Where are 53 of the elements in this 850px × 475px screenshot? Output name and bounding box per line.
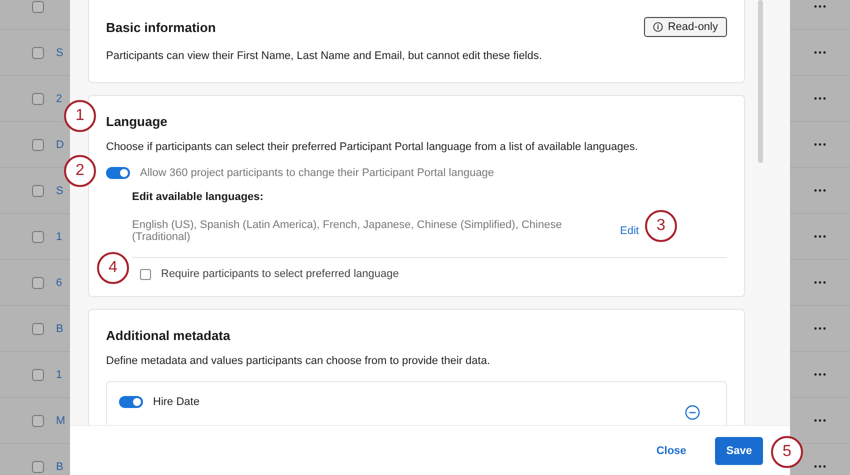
more-options-icon[interactable] [814,97,826,100]
row-checkbox[interactable] [32,184,44,196]
more-options-icon[interactable] [814,235,826,238]
toggle-switch[interactable] [119,396,143,408]
callout-number: 5 [771,436,803,468]
more-options-icon[interactable] [814,327,826,330]
more-options-icon[interactable] [814,189,826,192]
row-link[interactable]: B [56,460,64,472]
info-icon [652,22,663,32]
section-description: Define metadata and values participants can choose from to provide their data. [106,355,492,367]
row-link[interactable]: M [56,414,66,426]
more-options-icon[interactable] [814,5,826,8]
row-link[interactable]: 2 [56,92,62,104]
section-description: Participants can view their First Name, Last Name and Email, but cannot edit these fields. [106,50,543,62]
more-options-icon[interactable] [814,51,826,54]
section-title: Basic information [106,20,216,34]
language-list: English (US), Spanish (Latin America), French, Japanese, Chinese (Simplified), Chinese (Traditional) [132,219,610,243]
row-checkbox[interactable] [32,92,44,104]
row-link[interactable]: 1 [56,230,62,242]
more-options-icon[interactable] [814,465,826,468]
more-options-icon[interactable] [814,419,826,422]
row-checkbox[interactable] [32,460,44,472]
row-checkbox[interactable] [32,138,44,150]
checkbox-label: Require participants to select preferred language [161,268,399,280]
close-button[interactable]: Close [645,436,698,464]
remove-icon[interactable] [685,405,700,420]
row-link[interactable]: S [56,46,64,58]
more-options-icon[interactable] [814,373,826,376]
save-button[interactable]: Save [715,436,763,464]
row-checkbox[interactable] [32,46,44,58]
toggle-switch[interactable] [106,167,130,179]
row-link[interactable]: S [56,184,64,196]
row-checkbox[interactable] [32,276,44,288]
more-options-icon[interactable] [814,281,826,284]
subsection-heading: Edit available languages: [132,191,264,203]
checkbox[interactable] [140,268,151,280]
row-link[interactable]: B [56,322,64,334]
row-checkbox[interactable] [32,322,44,334]
row-link[interactable]: 1 [56,368,62,380]
row-link[interactable]: D [56,138,64,150]
row-checkbox[interactable] [32,368,44,380]
row-checkbox[interactable] [32,230,44,242]
section-title: Language [106,114,168,129]
read-only-badge: Read-only [644,17,727,37]
row-link[interactable]: 6 [56,276,62,288]
more-options-icon[interactable] [814,143,826,146]
toggle-label: Allow 360 project participants to change their Participant Portal language [140,167,494,179]
metadata-label: Hire Date [153,396,200,408]
section-title: Additional metadata [106,328,232,343]
row-checkbox[interactable] [32,414,44,426]
section-description: Choose if participants can select their preferred Participant Portal language from a list of available languages. [106,141,639,153]
row-checkbox[interactable] [32,0,44,12]
edit-link[interactable]: Edit [620,225,639,237]
